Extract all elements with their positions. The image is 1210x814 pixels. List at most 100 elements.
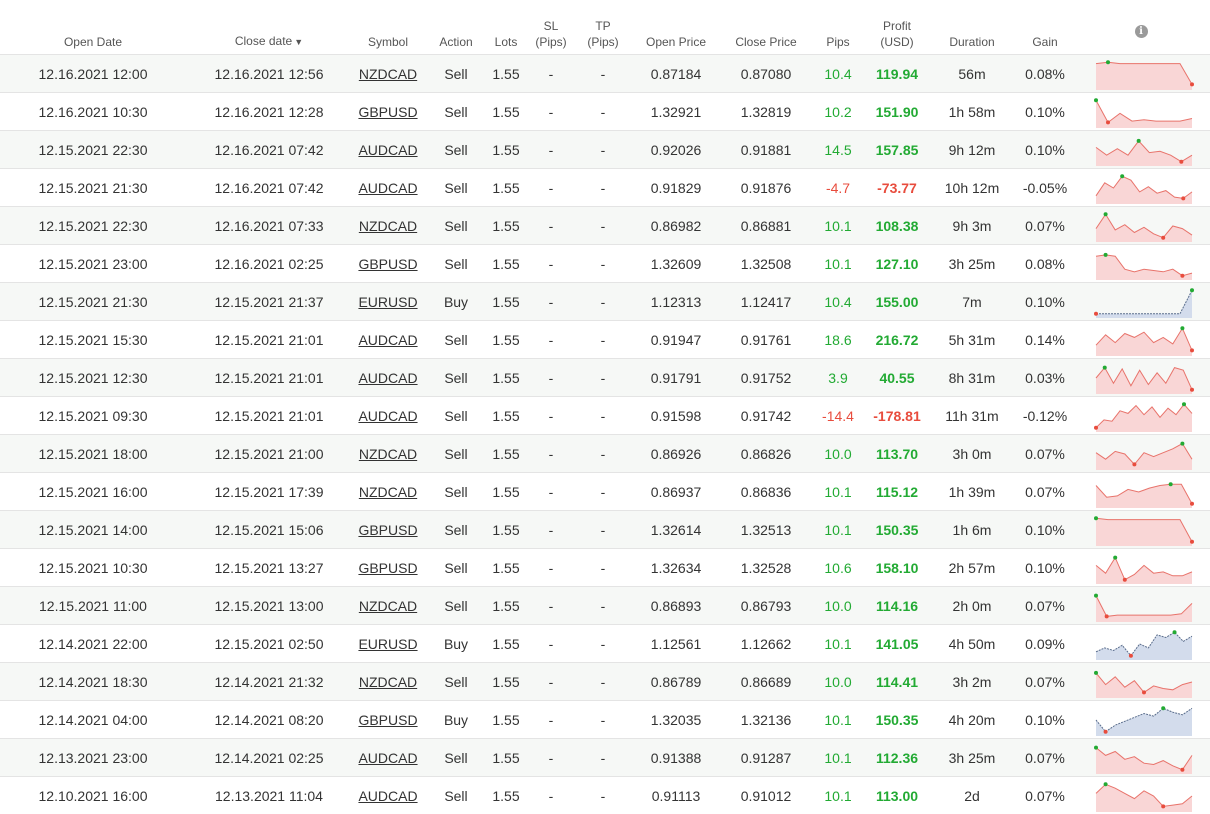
table-row[interactable]: 12.15.2021 22:3012.16.2021 07:42AUDCADSe… xyxy=(0,131,1210,169)
sparkline-cell[interactable] xyxy=(1072,587,1210,625)
table-row[interactable]: 12.15.2021 21:3012.15.2021 21:37EURUSDBu… xyxy=(0,283,1210,321)
col-profit[interactable]: Profit(USD) xyxy=(868,0,926,55)
col-duration[interactable]: Duration xyxy=(926,0,1018,55)
profit-cell: 158.10 xyxy=(868,549,926,587)
table-row[interactable]: 12.16.2021 12:0012.16.2021 12:56NZDCADSe… xyxy=(0,55,1210,93)
sparkline-cell[interactable] xyxy=(1072,739,1210,777)
symbol-link[interactable]: NZDCAD xyxy=(359,446,417,462)
close-date-cell: 12.14.2021 02:25 xyxy=(186,739,352,777)
table-row[interactable]: 12.15.2021 23:0012.16.2021 02:25GBPUSDSe… xyxy=(0,245,1210,283)
sparkline-cell[interactable] xyxy=(1072,777,1210,814)
col-action[interactable]: Action xyxy=(424,0,488,55)
gain-cell: 0.10% xyxy=(1018,283,1072,321)
sparkline-max-dot xyxy=(1104,252,1108,256)
sparkline-cell[interactable] xyxy=(1072,473,1210,511)
col-close-date[interactable]: Close date▼ xyxy=(186,0,352,55)
symbol-link[interactable]: AUDCAD xyxy=(358,408,417,424)
sparkline-area xyxy=(1096,784,1192,812)
symbol-link[interactable]: GBPUSD xyxy=(358,104,417,120)
table-row[interactable]: 12.15.2021 18:0012.15.2021 21:00NZDCADSe… xyxy=(0,435,1210,473)
symbol-link[interactable]: NZDCAD xyxy=(359,674,417,690)
symbol-cell: AUDCAD xyxy=(352,739,424,777)
symbol-link[interactable]: EURUSD xyxy=(358,636,417,652)
open-date-cell: 12.15.2021 11:00 xyxy=(0,587,186,625)
info-icon[interactable]: i xyxy=(1135,25,1148,38)
open-date-cell: 12.15.2021 18:00 xyxy=(0,435,186,473)
table-row[interactable]: 12.15.2021 11:0012.15.2021 13:00NZDCADSe… xyxy=(0,587,1210,625)
sparkline-min-dot xyxy=(1094,311,1098,315)
table-row[interactable]: 12.15.2021 22:3012.16.2021 07:33NZDCADSe… xyxy=(0,207,1210,245)
symbol-link[interactable]: NZDCAD xyxy=(359,66,417,82)
pips-cell: 10.1 xyxy=(808,625,868,663)
symbol-link[interactable]: AUDCAD xyxy=(358,142,417,158)
sparkline-cell[interactable] xyxy=(1072,169,1210,207)
symbol-link[interactable]: AUDCAD xyxy=(358,788,417,804)
table-row[interactable]: 12.14.2021 22:0012.15.2021 02:50EURUSDBu… xyxy=(0,625,1210,663)
col-symbol[interactable]: Symbol xyxy=(352,0,424,55)
symbol-link[interactable]: AUDCAD xyxy=(358,750,417,766)
col-tp[interactable]: TP(Pips) xyxy=(578,0,628,55)
col-open-price[interactable]: Open Price xyxy=(628,0,724,55)
sparkline-cell[interactable] xyxy=(1072,359,1210,397)
sparkline-cell[interactable] xyxy=(1072,397,1210,435)
sparkline-min-dot xyxy=(1179,159,1183,163)
table-row[interactable]: 12.15.2021 12:3012.15.2021 21:01AUDCADSe… xyxy=(0,359,1210,397)
table-row[interactable]: 12.15.2021 15:3012.15.2021 21:01AUDCADSe… xyxy=(0,321,1210,359)
col-open-date[interactable]: Open Date xyxy=(0,0,186,55)
sparkline-area xyxy=(1096,443,1192,469)
sparkline-min-dot xyxy=(1190,501,1194,505)
symbol-link[interactable]: EURUSD xyxy=(358,294,417,310)
table-row[interactable]: 12.14.2021 04:0012.14.2021 08:20GBPUSDBu… xyxy=(0,701,1210,739)
col-sl[interactable]: SL(Pips) xyxy=(524,0,578,55)
table-row[interactable]: 12.15.2021 14:0012.15.2021 15:06GBPUSDSe… xyxy=(0,511,1210,549)
symbol-link[interactable]: NZDCAD xyxy=(359,218,417,234)
close-price-cell: 0.91287 xyxy=(724,739,808,777)
sl-cell: - xyxy=(524,359,578,397)
table-row[interactable]: 12.15.2021 16:0012.15.2021 17:39NZDCADSe… xyxy=(0,473,1210,511)
sparkline-cell[interactable] xyxy=(1072,511,1210,549)
symbol-link[interactable]: NZDCAD xyxy=(359,598,417,614)
sparkline-cell[interactable] xyxy=(1072,663,1210,701)
symbol-link[interactable]: GBPUSD xyxy=(358,560,417,576)
col-close-price[interactable]: Close Price xyxy=(724,0,808,55)
sparkline-cell[interactable] xyxy=(1072,549,1210,587)
trade-sparkline xyxy=(1094,362,1194,394)
trade-sparkline xyxy=(1094,96,1194,128)
pips-cell: 10.1 xyxy=(808,739,868,777)
symbol-link[interactable]: AUDCAD xyxy=(358,370,417,386)
table-row[interactable]: 12.10.2021 16:0012.13.2021 11:04AUDCADSe… xyxy=(0,777,1210,814)
tp-cell: - xyxy=(578,169,628,207)
col-pips[interactable]: Pips xyxy=(808,0,868,55)
sparkline-cell[interactable] xyxy=(1072,321,1210,359)
close-price-cell: 0.91876 xyxy=(724,169,808,207)
symbol-link[interactable]: GBPUSD xyxy=(358,712,417,728)
table-row[interactable]: 12.15.2021 10:3012.15.2021 13:27GBPUSDSe… xyxy=(0,549,1210,587)
col-lots[interactable]: Lots xyxy=(488,0,524,55)
table-row[interactable]: 12.15.2021 21:3012.16.2021 07:42AUDCADSe… xyxy=(0,169,1210,207)
close-price-cell: 0.87080 xyxy=(724,55,808,93)
table-row[interactable]: 12.15.2021 09:3012.15.2021 21:01AUDCADSe… xyxy=(0,397,1210,435)
sparkline-cell[interactable] xyxy=(1072,93,1210,131)
sparkline-cell[interactable] xyxy=(1072,435,1210,473)
sparkline-cell[interactable] xyxy=(1072,55,1210,93)
symbol-link[interactable]: NZDCAD xyxy=(359,484,417,500)
sparkline-cell[interactable] xyxy=(1072,245,1210,283)
sparkline-cell[interactable] xyxy=(1072,131,1210,169)
sparkline-cell[interactable] xyxy=(1072,625,1210,663)
sl-cell: - xyxy=(524,283,578,321)
symbol-link[interactable]: GBPUSD xyxy=(358,256,417,272)
col-gain[interactable]: Gain xyxy=(1018,0,1072,55)
open-price-cell: 0.91388 xyxy=(628,739,724,777)
table-row[interactable]: 12.16.2021 10:3012.16.2021 12:28GBPUSDSe… xyxy=(0,93,1210,131)
symbol-link[interactable]: AUDCAD xyxy=(358,180,417,196)
sparkline-cell[interactable] xyxy=(1072,207,1210,245)
duration-cell: 2d xyxy=(926,777,1018,814)
table-row[interactable]: 12.14.2021 18:3012.14.2021 21:32NZDCADSe… xyxy=(0,663,1210,701)
table-row[interactable]: 12.13.2021 23:0012.14.2021 02:25AUDCADSe… xyxy=(0,739,1210,777)
sparkline-area xyxy=(1096,62,1192,90)
sparkline-min-dot xyxy=(1106,120,1110,124)
sparkline-cell[interactable] xyxy=(1072,283,1210,321)
symbol-link[interactable]: GBPUSD xyxy=(358,522,417,538)
symbol-link[interactable]: AUDCAD xyxy=(358,332,417,348)
sparkline-cell[interactable] xyxy=(1072,701,1210,739)
